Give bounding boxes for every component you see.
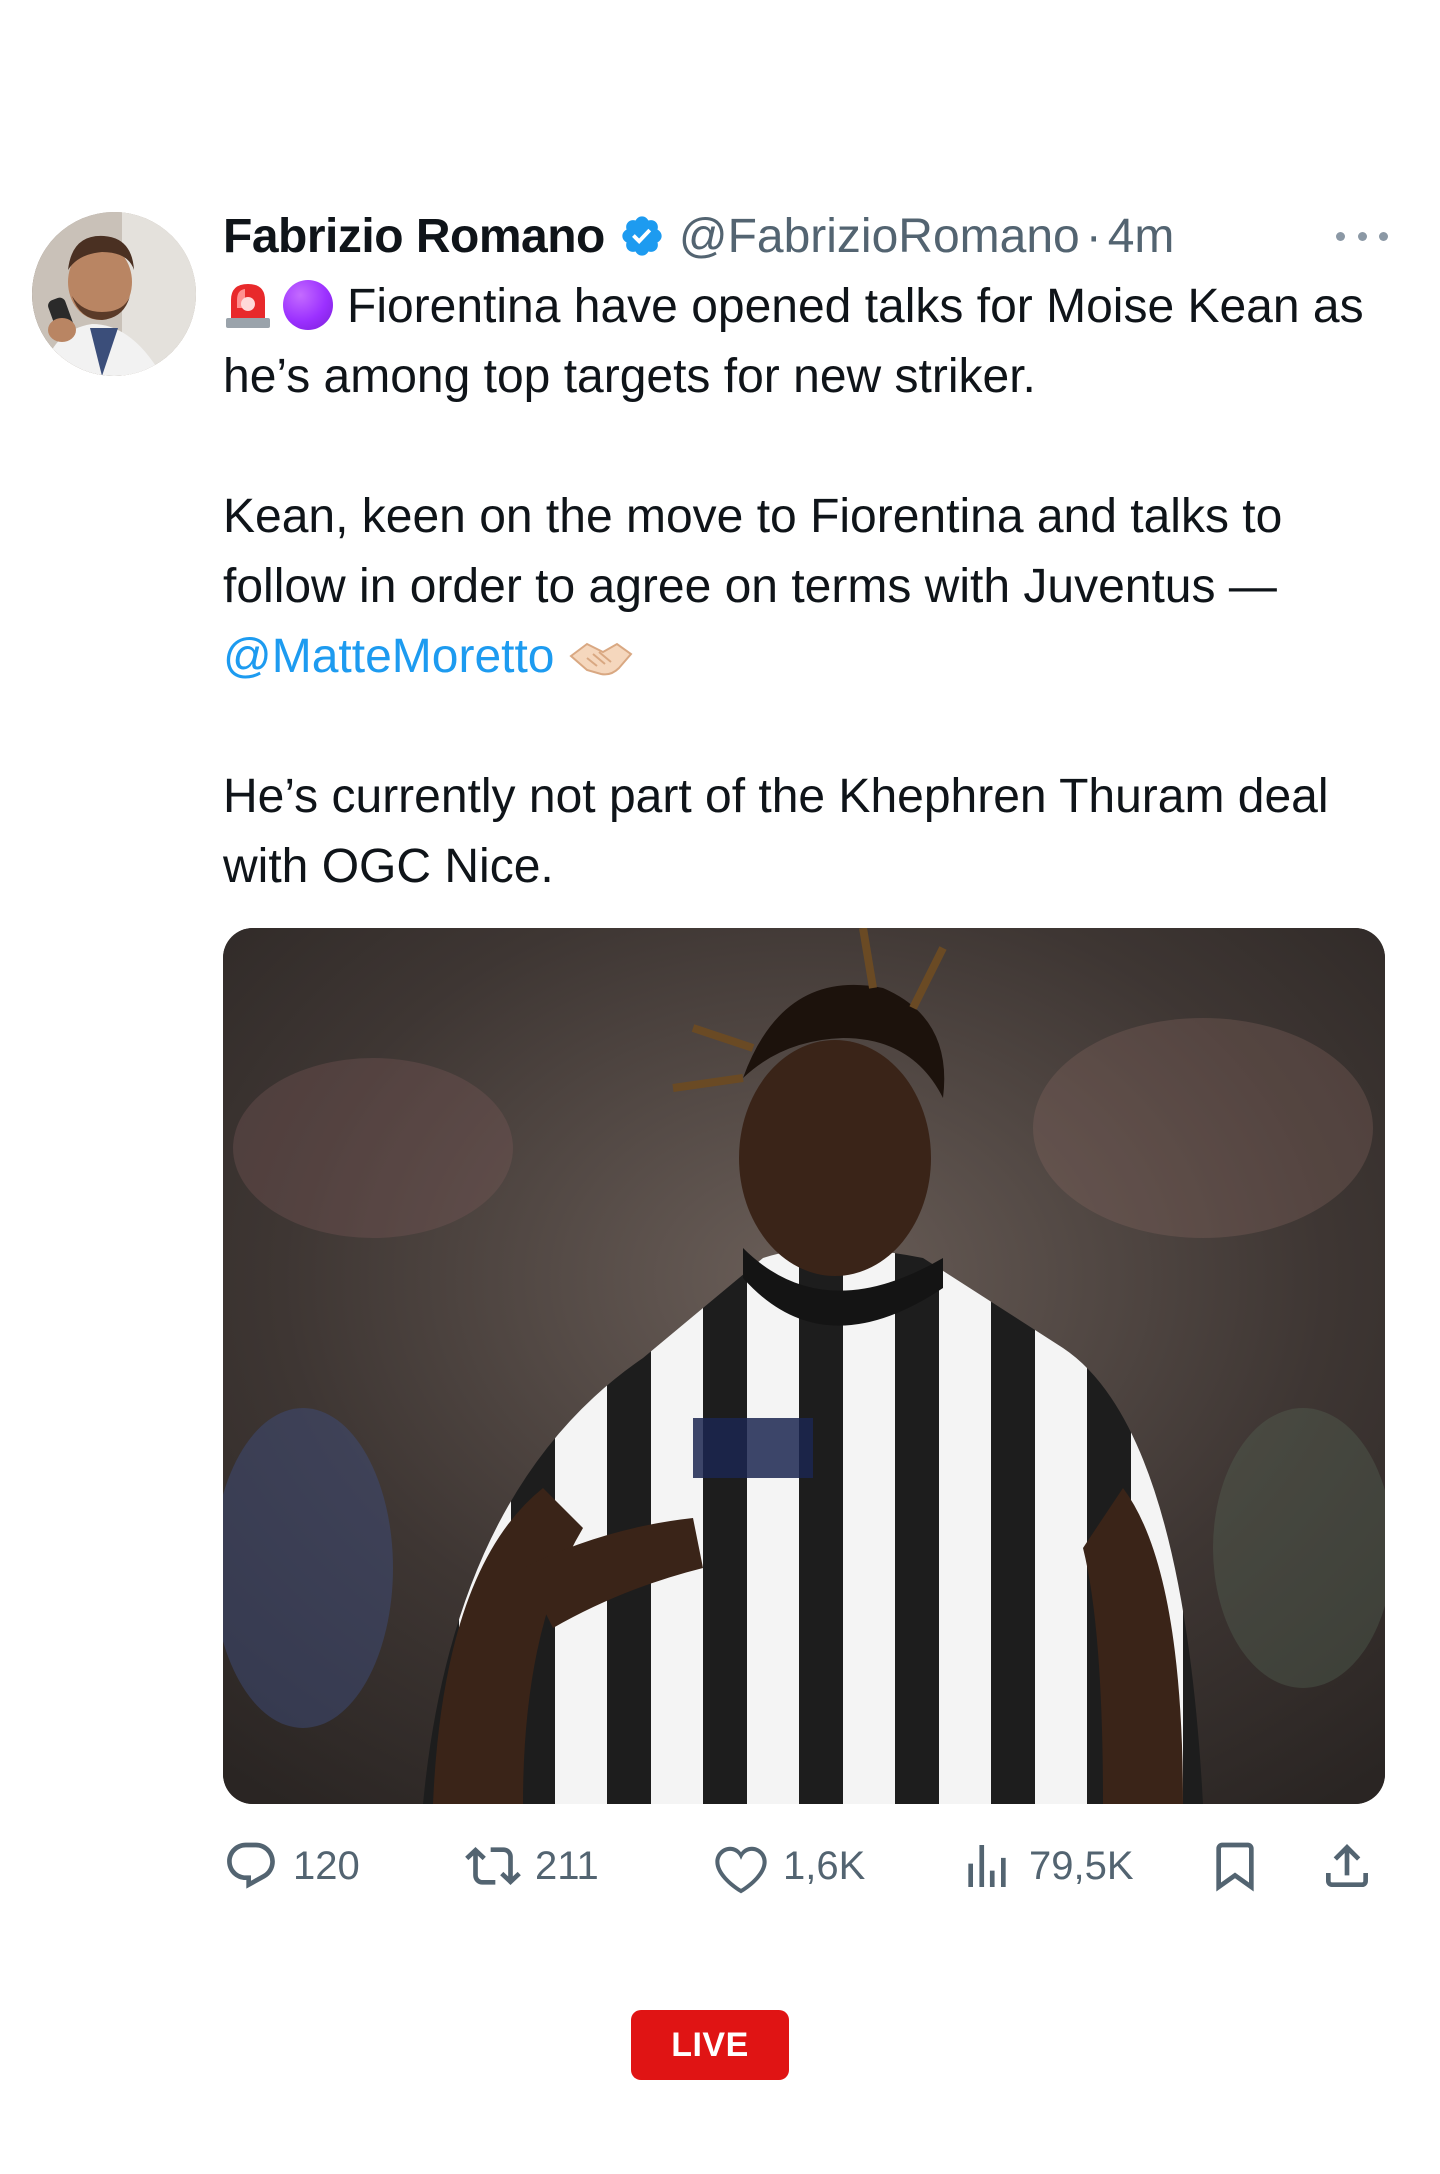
live-badge[interactable]: LIVE: [631, 2010, 789, 2080]
tweet-paragraph-3-text: He’s currently not part of the Khephren …: [223, 770, 1329, 893]
bookmark-icon: [1216, 1842, 1254, 1892]
tweet-card[interactable]: Fabrizio Romano @FabrizioRomano · 4m Fio…: [0, 0, 1440, 2174]
reply-button[interactable]: 120: [223, 1836, 360, 1896]
police-siren-emoji: [223, 278, 273, 330]
tweet-paragraph-1-text: Fiorentina have opened talks for Moise K…: [223, 280, 1364, 403]
like-count: 1,6K: [783, 1843, 866, 1888]
views-chart-icon: [968, 1845, 1006, 1887]
share-icon: [1326, 1844, 1368, 1887]
tweet-paragraph-2: Kean, keen on the move to Fiorentina and…: [223, 482, 1393, 692]
retweet-button[interactable]: 211: [465, 1836, 599, 1896]
tweet-paragraph-3: He’s currently not part of the Khephren …: [223, 762, 1393, 902]
bookmark-button[interactable]: [1207, 1836, 1263, 1896]
tweet-paragraph-2-text: Kean, keen on the move to Fiorentina and…: [223, 490, 1283, 613]
mention-link[interactable]: @MatteMoretto: [223, 630, 555, 683]
retweet-count: 211: [535, 1843, 599, 1888]
reply-count: 120: [293, 1843, 360, 1888]
verified-badge-icon: [619, 213, 665, 259]
author-name[interactable]: Fabrizio Romano: [223, 209, 605, 264]
more-options-icon[interactable]: [1336, 224, 1388, 248]
like-button[interactable]: 1,6K: [713, 1836, 865, 1896]
views-count: 79,5K: [1029, 1843, 1134, 1888]
reply-icon: [227, 1842, 275, 1889]
tweet-action-bar: 120 211 1,6K 79,5K: [223, 1836, 1393, 1896]
tweet-paragraph-1: Fiorentina have opened talks for Moise K…: [223, 272, 1393, 412]
share-button[interactable]: [1319, 1836, 1375, 1896]
views-button[interactable]: 79,5K: [959, 1836, 1134, 1896]
header-separator: ·: [1085, 209, 1102, 263]
tweet-photo[interactable]: [223, 928, 1385, 1804]
purple-circle-emoji: [283, 280, 333, 330]
heart-icon: [715, 1846, 767, 1894]
tweet-header: Fabrizio Romano @FabrizioRomano · 4m: [223, 204, 1403, 268]
handshake-emoji: [567, 632, 635, 680]
avatar[interactable]: [32, 212, 196, 376]
author-handle[interactable]: @FabrizioRomano: [679, 209, 1080, 264]
tweet-text: Fiorentina have opened talks for Moise K…: [223, 272, 1393, 902]
tweet-timestamp[interactable]: 4m: [1108, 209, 1175, 264]
retweet-icon: [465, 1847, 521, 1885]
